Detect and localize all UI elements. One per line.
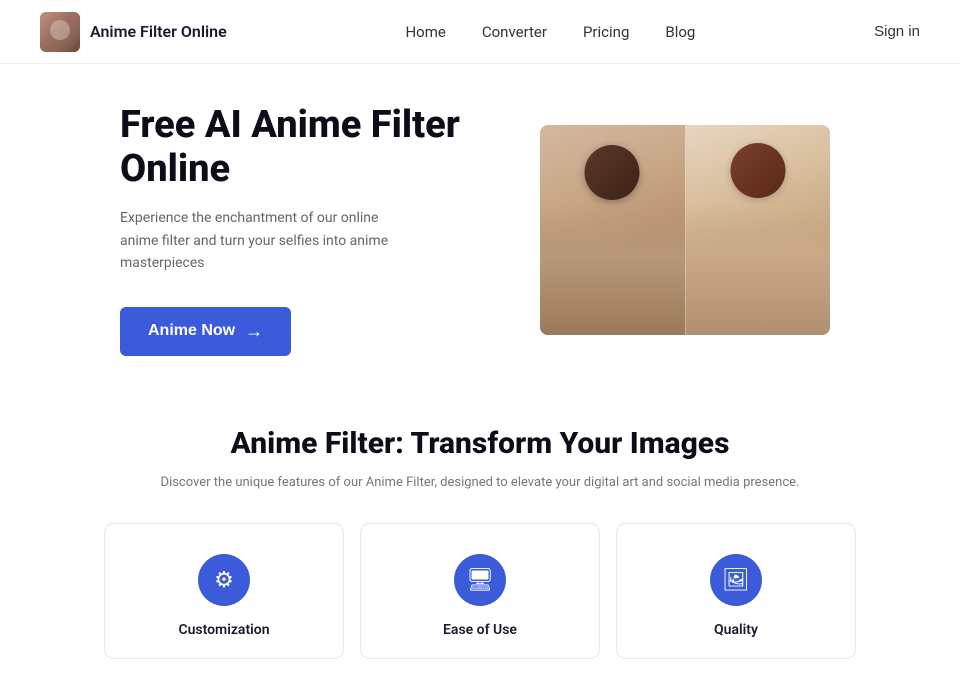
customization-icon: ⚙	[198, 554, 250, 606]
feature-label-customization: Customization	[178, 622, 269, 638]
hero-image	[540, 125, 830, 335]
navbar: Anime Filter Online Home Converter Prici…	[0, 0, 960, 64]
signin-button[interactable]: Sign in	[874, 23, 920, 40]
features-subtitle: Discover the unique features of our Anim…	[40, 473, 920, 494]
brand: Anime Filter Online	[40, 12, 227, 52]
nav-link-pricing[interactable]: Pricing	[583, 23, 629, 41]
arrow-icon: →	[245, 321, 263, 342]
hero-image-after	[685, 125, 831, 335]
nav-links: Home Converter Pricing Blog	[405, 23, 695, 41]
features-section: Anime Filter: Transform Your Images Disc…	[0, 386, 960, 679]
feature-card-quality: 🖼 Quality	[616, 523, 856, 659]
features-cards: ⚙ Customization 🖥 Ease of Use 🖼 Quality	[40, 523, 920, 659]
brand-name: Anime Filter Online	[90, 22, 227, 41]
nav-link-converter[interactable]: Converter	[482, 23, 547, 41]
feature-label-quality: Quality	[714, 622, 758, 638]
hero-section: Free AI Anime Filter Online Experience t…	[0, 64, 960, 386]
nav-link-home[interactable]: Home	[405, 23, 445, 41]
anime-now-button[interactable]: Anime Now →	[120, 307, 291, 356]
hero-image-before	[540, 125, 685, 335]
ease-of-use-icon: 🖥	[454, 554, 506, 606]
features-title: Anime Filter: Transform Your Images	[40, 426, 920, 461]
brand-logo-image	[40, 12, 80, 52]
feature-card-customization: ⚙ Customization	[104, 523, 344, 659]
hero-subtitle: Experience the enchantment of our online…	[120, 207, 420, 274]
anime-now-label: Anime Now	[148, 322, 235, 340]
hero-text: Free AI Anime Filter Online Experience t…	[120, 104, 500, 356]
hero-title: Free AI Anime Filter Online	[120, 104, 500, 191]
feature-label-ease-of-use: Ease of Use	[443, 622, 517, 638]
feature-card-ease-of-use: 🖥 Ease of Use	[360, 523, 600, 659]
quality-icon: 🖼	[710, 554, 762, 606]
nav-link-blog[interactable]: Blog	[665, 23, 695, 41]
brand-logo	[40, 12, 80, 52]
